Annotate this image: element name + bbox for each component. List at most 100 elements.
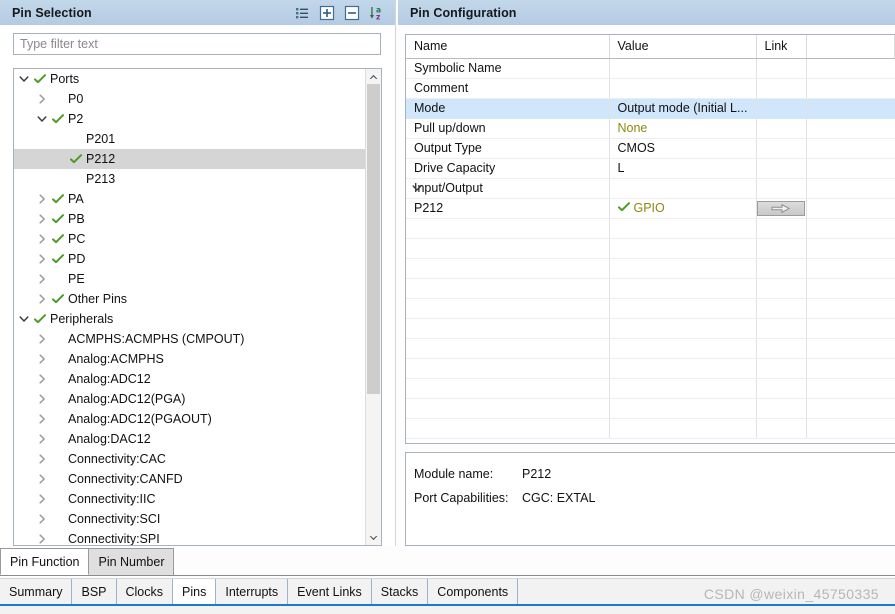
table-row[interactable]: Input/Output [406, 178, 895, 199]
tree-item-ports[interactable]: Ports [14, 69, 365, 89]
tree-item-connectivity-iic[interactable]: Connectivity:IIC [14, 489, 365, 509]
chevron-right-icon[interactable] [34, 431, 50, 447]
tree-item-acmphs-acmphs-cmpout[interactable]: ACMPHS:ACMPHS (CMPOUT) [14, 329, 365, 349]
column-header-blank[interactable] [806, 35, 895, 59]
tree-item-connectivity-canfd[interactable]: Connectivity:CANFD [14, 469, 365, 489]
chevron-down-icon[interactable] [16, 311, 32, 327]
column-header-link[interactable]: Link [756, 35, 807, 59]
chevron-right-icon[interactable] [34, 291, 50, 307]
row-value-cell[interactable] [609, 78, 757, 99]
scroll-thumb[interactable] [367, 84, 380, 394]
row-value-cell[interactable]: L [609, 158, 757, 179]
table-row[interactable]: Drive Capacity L [406, 158, 895, 179]
chevron-right-icon[interactable] [34, 411, 50, 427]
chevron-right-icon[interactable] [34, 391, 50, 407]
column-header-name[interactable]: Name [406, 35, 610, 59]
tree-item-analog-acmphs[interactable]: Analog:ACMPHS [14, 349, 365, 369]
empty-cell [609, 238, 757, 259]
row-value-cell[interactable]: CMOS [609, 138, 757, 159]
tree-item-p201[interactable]: P201 [14, 129, 365, 149]
row-value-cell[interactable] [609, 178, 757, 199]
scroll-down-button[interactable] [366, 530, 381, 545]
chevron-right-icon[interactable] [34, 451, 50, 467]
tab-stacks[interactable]: Stacks [371, 579, 429, 606]
tree-item-analog-adc12-pgaout[interactable]: Analog:ADC12(PGAOUT) [14, 409, 365, 429]
chevron-right-icon[interactable] [34, 251, 50, 267]
chevron-right-icon[interactable] [34, 491, 50, 507]
sort-az-icon[interactable]: a z [369, 5, 385, 21]
row-link-cell[interactable] [756, 158, 807, 179]
chevron-right-icon[interactable] [34, 231, 50, 247]
chevron-right-icon[interactable] [34, 511, 50, 527]
chevron-right-icon[interactable] [34, 351, 50, 367]
tree-item-other-pins[interactable]: Other Pins [14, 289, 365, 309]
table-row[interactable]: P212 GPIO [406, 198, 895, 219]
chevron-down-icon[interactable] [34, 111, 50, 127]
chevron-right-icon[interactable] [34, 531, 50, 545]
tree-item-pa[interactable]: PA [14, 189, 365, 209]
chevron-down-icon[interactable] [16, 71, 32, 87]
row-link-cell[interactable] [756, 138, 807, 159]
row-link-cell[interactable] [756, 98, 807, 119]
pin-tree[interactable]: Ports P0 P2 P201 P212 P213 PA PB PC PD PE Other Pin… [14, 69, 365, 545]
column-header-value[interactable]: Value [609, 35, 757, 59]
tab-bsp[interactable]: BSP [72, 579, 117, 606]
link-arrow-button[interactable] [757, 200, 805, 216]
scroll-up-button[interactable] [366, 69, 381, 84]
tree-item-pe[interactable]: PE [14, 269, 365, 289]
tree-item-connectivity-cac[interactable]: Connectivity:CAC [14, 449, 365, 469]
row-name-label: Comment [414, 81, 469, 95]
tab-summary[interactable]: Summary [0, 579, 73, 606]
chevron-right-icon[interactable] [34, 91, 50, 107]
row-link-cell[interactable] [756, 58, 807, 79]
pin-tree-container: Ports P0 P2 P201 P212 P213 PA PB PC PD PE Other Pin… [13, 68, 382, 546]
row-value-cell[interactable]: GPIO [609, 198, 757, 219]
tree-item-connectivity-sci[interactable]: Connectivity:SCI [14, 509, 365, 529]
chevron-right-icon[interactable] [34, 191, 50, 207]
row-value-cell[interactable] [609, 58, 757, 79]
tree-item-p0[interactable]: P0 [14, 89, 365, 109]
table-row[interactable]: Comment [406, 78, 895, 99]
chevron-right-icon[interactable] [34, 271, 50, 287]
tree-item-p212[interactable]: P212 [14, 149, 365, 169]
tree-item-label: P2 [68, 112, 84, 126]
row-link-cell[interactable] [756, 78, 807, 99]
tree-item-pd[interactable]: PD [14, 249, 365, 269]
table-row[interactable]: Mode Output mode (Initial L... [406, 98, 895, 119]
row-name-cell: Symbolic Name [406, 58, 610, 79]
list-view-icon[interactable] [294, 5, 310, 21]
row-link-cell[interactable] [756, 118, 807, 139]
tab-event-links[interactable]: Event Links [288, 579, 372, 606]
tree-item-p213[interactable]: P213 [14, 169, 365, 189]
tab-components[interactable]: Components [428, 579, 519, 606]
tree-item-connectivity-spi[interactable]: Connectivity:SPI [14, 529, 365, 545]
tab-pins[interactable]: Pins [172, 579, 217, 606]
tree-item-analog-adc12[interactable]: Analog:ADC12 [14, 369, 365, 389]
tree-item-p2[interactable]: P2 [14, 109, 365, 129]
filter-input[interactable] [13, 33, 381, 55]
pin-tree-scrollbar[interactable] [365, 69, 381, 545]
table-row[interactable]: Symbolic Name [406, 58, 895, 79]
row-value-cell[interactable]: Output mode (Initial L... [609, 98, 757, 119]
chevron-right-icon[interactable] [34, 371, 50, 387]
row-value-cell[interactable]: None [609, 118, 757, 139]
chevron-down-icon[interactable] [412, 182, 424, 196]
tree-item-peripherals[interactable]: Peripherals [14, 309, 365, 329]
subtab-pin-number[interactable]: Pin Number [88, 548, 175, 575]
row-link-cell[interactable] [756, 178, 807, 199]
row-link-cell[interactable] [756, 198, 807, 219]
table-row[interactable]: Output Type CMOS [406, 138, 895, 159]
tab-clocks[interactable]: Clocks [116, 579, 174, 606]
tree-item-pb[interactable]: PB [14, 209, 365, 229]
tree-item-pc[interactable]: PC [14, 229, 365, 249]
chevron-right-icon[interactable] [34, 331, 50, 347]
tab-interrupts[interactable]: Interrupts [216, 579, 289, 606]
expand-all-icon[interactable] [319, 5, 335, 21]
chevron-right-icon[interactable] [34, 471, 50, 487]
collapse-all-icon[interactable] [344, 5, 360, 21]
table-row[interactable]: Pull up/down None [406, 118, 895, 139]
subtab-pin-function[interactable]: Pin Function [0, 548, 90, 575]
tree-item-analog-adc12-pga[interactable]: Analog:ADC12(PGA) [14, 389, 365, 409]
chevron-right-icon[interactable] [34, 211, 50, 227]
tree-item-analog-dac12[interactable]: Analog:DAC12 [14, 429, 365, 449]
